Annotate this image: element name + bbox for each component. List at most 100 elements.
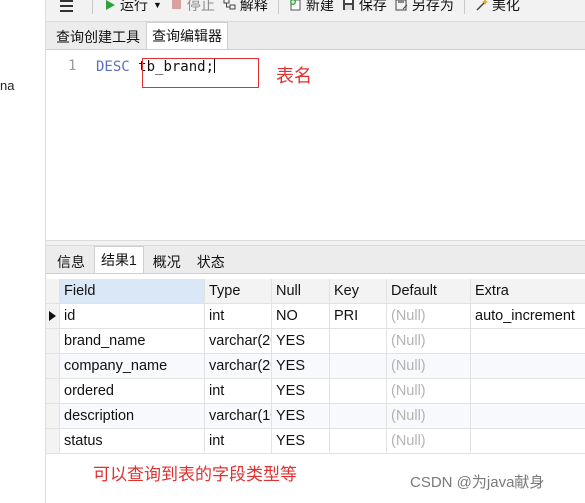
cell-type[interactable]: varchar(100) bbox=[205, 404, 272, 429]
stop-button[interactable]: 停止 bbox=[166, 0, 219, 15]
column-header-extra[interactable]: Extra bbox=[471, 279, 585, 304]
cell-key[interactable] bbox=[330, 329, 387, 354]
tab-info[interactable]: 信息 bbox=[50, 249, 92, 273]
cell-key[interactable] bbox=[330, 404, 387, 429]
cell-field[interactable]: description bbox=[60, 404, 205, 429]
line-gutter bbox=[46, 50, 86, 240]
cell-type[interactable]: int bbox=[205, 379, 272, 404]
toolbar-divider bbox=[463, 0, 465, 14]
cell-type[interactable]: int bbox=[205, 429, 272, 454]
row-indicator bbox=[46, 429, 60, 454]
cell-extra[interactable] bbox=[471, 429, 585, 454]
explain-button[interactable]: 解释 bbox=[219, 0, 272, 15]
cell-extra[interactable] bbox=[471, 379, 585, 404]
tab-profile-label: 概况 bbox=[152, 253, 181, 270]
cell-null[interactable]: YES bbox=[272, 329, 330, 354]
tab-info-label: 信息 bbox=[57, 253, 85, 270]
cell-default[interactable]: (Null) bbox=[387, 404, 471, 429]
table-row[interactable]: ordered int YES (Null) bbox=[46, 379, 585, 404]
new-button[interactable]: 新建 bbox=[285, 0, 338, 15]
tab-profile[interactable]: 概况 bbox=[146, 249, 188, 273]
column-header-key[interactable]: Key bbox=[330, 279, 387, 304]
save-as-button[interactable]: 另存为 bbox=[391, 0, 458, 15]
run-button[interactable]: 运行 ▼ bbox=[99, 0, 166, 15]
explain-label: 解释 bbox=[239, 0, 268, 13]
stop-icon bbox=[170, 0, 184, 12]
save-button[interactable]: 保存 bbox=[338, 0, 391, 15]
line-number: 1 bbox=[68, 58, 77, 74]
cell-extra[interactable] bbox=[471, 404, 585, 429]
run-label: 运行 bbox=[120, 0, 148, 13]
row-indicator bbox=[46, 404, 60, 429]
tab-query-builder[interactable]: 查询创建工具 bbox=[50, 24, 146, 49]
cell-null[interactable]: YES bbox=[272, 404, 330, 429]
chevron-down-icon[interactable]: ▼ bbox=[153, 0, 162, 10]
cell-null[interactable]: YES bbox=[272, 379, 330, 404]
current-row-arrow-icon bbox=[49, 311, 56, 321]
cell-type[interactable]: varchar(20) bbox=[205, 354, 272, 379]
save-as-icon bbox=[395, 0, 409, 12]
cell-null[interactable]: YES bbox=[272, 429, 330, 454]
row-indicator bbox=[46, 379, 60, 404]
cell-extra[interactable] bbox=[471, 354, 585, 379]
cell-field[interactable]: company_name bbox=[60, 354, 205, 379]
table-row[interactable]: status int YES (Null) bbox=[46, 429, 585, 454]
cell-default[interactable]: (Null) bbox=[387, 304, 471, 329]
object-tree-pane[interactable]: na bbox=[0, 0, 46, 503]
cell-null[interactable]: NO bbox=[272, 304, 330, 329]
cell-key[interactable]: PRI bbox=[330, 304, 387, 329]
column-header-default[interactable]: Default bbox=[387, 279, 471, 304]
stop-label: 停止 bbox=[186, 0, 215, 13]
sql-editor[interactable]: 1 DESC tb_brand; 表名 bbox=[46, 50, 585, 240]
new-label: 新建 bbox=[305, 0, 334, 13]
tab-status-label: 状态 bbox=[196, 253, 225, 270]
play-icon bbox=[103, 0, 117, 12]
cell-field[interactable]: ordered bbox=[60, 379, 205, 404]
column-header-null[interactable]: Null bbox=[272, 279, 330, 304]
tab-result-1-label: 结果1 bbox=[101, 252, 137, 268]
cell-field[interactable]: brand_name bbox=[60, 329, 205, 354]
cell-null[interactable]: YES bbox=[272, 354, 330, 379]
table-row[interactable]: description varchar(100) YES (Null) bbox=[46, 404, 585, 429]
cell-field[interactable]: status bbox=[60, 429, 205, 454]
cell-key[interactable] bbox=[330, 429, 387, 454]
result-grid[interactable]: Field Type Null Key Default Extra id int… bbox=[46, 279, 585, 454]
cell-default[interactable]: (Null) bbox=[387, 354, 471, 379]
menu-icon[interactable] bbox=[46, 0, 86, 14]
cell-default[interactable]: (Null) bbox=[387, 329, 471, 354]
cell-extra[interactable] bbox=[471, 329, 585, 354]
tab-query-editor[interactable]: 查询编辑器 bbox=[146, 22, 228, 49]
row-indicator-header bbox=[46, 279, 60, 304]
grid-header-row: Field Type Null Key Default Extra bbox=[46, 279, 585, 304]
toolbar-divider bbox=[277, 0, 279, 14]
row-indicator bbox=[46, 329, 60, 354]
cell-key[interactable] bbox=[330, 379, 387, 404]
explain-icon bbox=[223, 0, 237, 12]
cell-default[interactable]: (Null) bbox=[387, 379, 471, 404]
row-indicator bbox=[46, 304, 60, 329]
tab-result-1[interactable]: 结果1 bbox=[94, 246, 144, 273]
save-as-label: 另存为 bbox=[411, 0, 454, 13]
cell-key[interactable] bbox=[330, 354, 387, 379]
annotation-box bbox=[142, 58, 259, 88]
cell-extra[interactable]: auto_increment bbox=[471, 304, 585, 329]
tab-query-builder-label: 查询创建工具 bbox=[56, 29, 140, 45]
table-row[interactable]: brand_name varchar(20) YES (Null) bbox=[46, 329, 585, 354]
save-label: 保存 bbox=[358, 0, 387, 13]
result-tabs: 信息 结果1 概况 状态 bbox=[46, 246, 585, 274]
annotation-bottom-note: 可以查询到表的字段类型等 bbox=[93, 465, 297, 484]
table-row[interactable]: id int NO PRI (Null) auto_increment bbox=[46, 304, 585, 329]
column-header-type[interactable]: Type bbox=[205, 279, 272, 304]
cell-type[interactable]: int bbox=[205, 304, 272, 329]
tab-status[interactable]: 状态 bbox=[190, 249, 232, 273]
column-header-field[interactable]: Field bbox=[60, 279, 205, 304]
tree-item-fragment[interactable]: na bbox=[0, 78, 14, 93]
cell-field[interactable]: id bbox=[60, 304, 205, 329]
toolbar-divider bbox=[92, 0, 93, 14]
cell-default[interactable]: (Null) bbox=[387, 429, 471, 454]
beautify-button[interactable]: 美化 bbox=[471, 0, 524, 15]
row-indicator bbox=[46, 354, 60, 379]
table-row[interactable]: company_name varchar(20) YES (Null) bbox=[46, 354, 585, 379]
new-icon bbox=[289, 0, 303, 12]
cell-type[interactable]: varchar(20) bbox=[205, 329, 272, 354]
